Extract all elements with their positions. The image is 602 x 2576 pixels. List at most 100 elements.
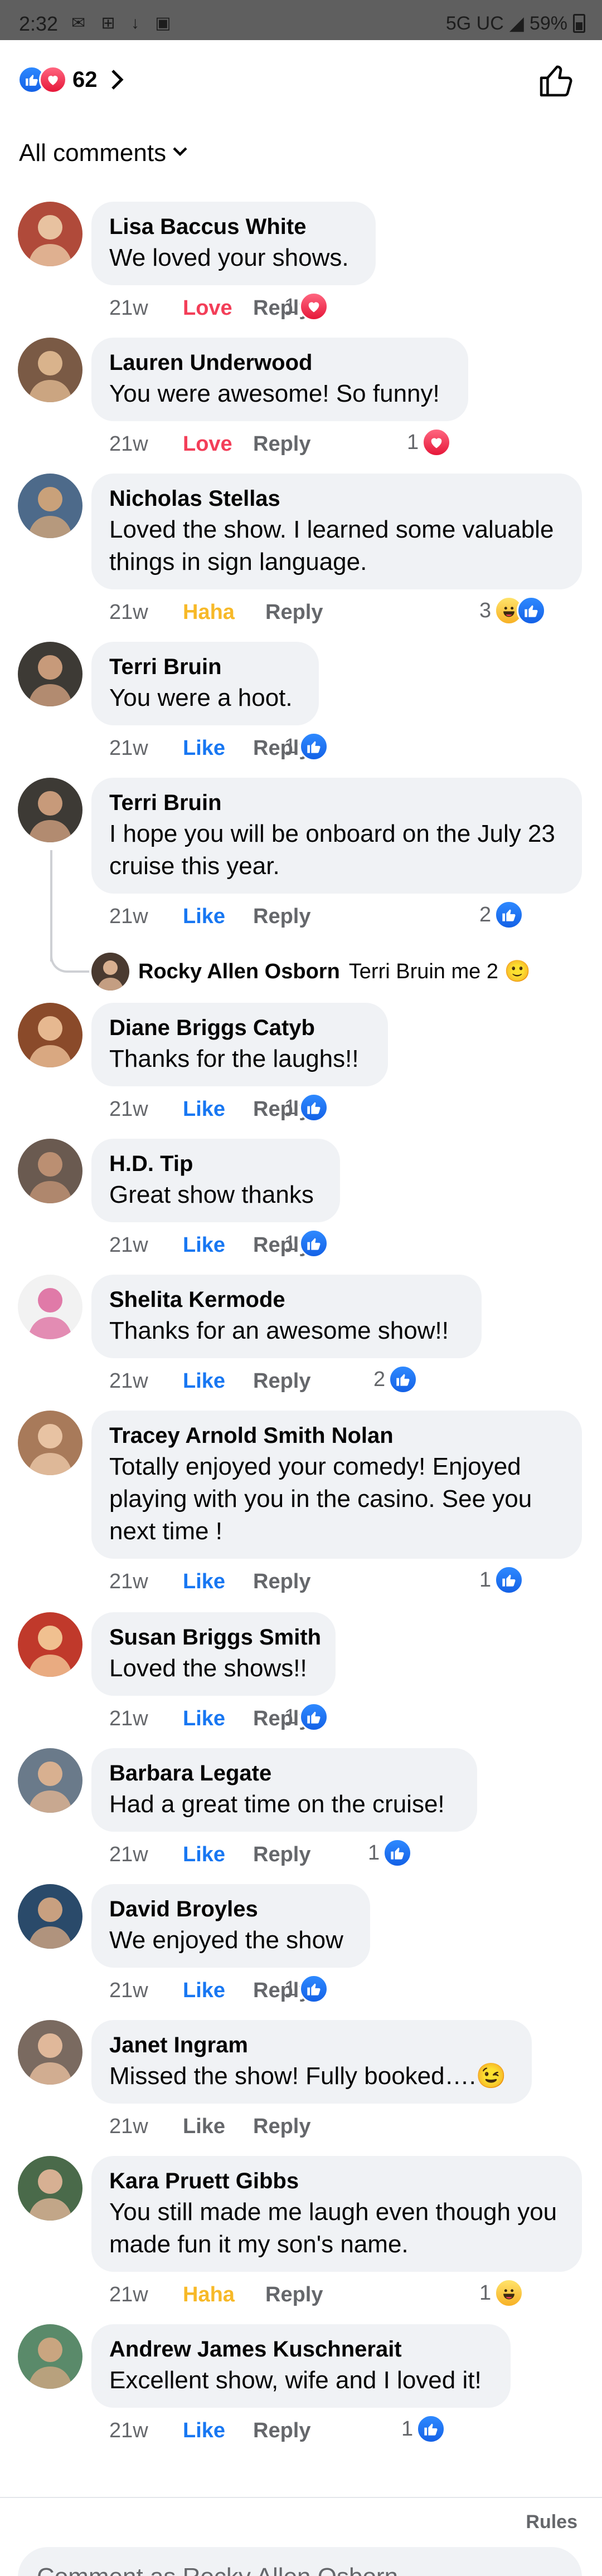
like-icon <box>299 1974 329 2003</box>
comment-author[interactable]: Kara Pruett Gibbs <box>109 2166 564 2196</box>
comment-author[interactable]: Nicholas Stellas <box>109 484 564 514</box>
comment-author[interactable]: Tracey Arnold Smith Nolan <box>109 1421 564 1451</box>
reaction-count-badge[interactable]: 1 <box>284 292 329 321</box>
comment-author[interactable]: Shelita Kermode <box>109 1285 464 1315</box>
reply-button[interactable]: Reply <box>265 2283 323 2307</box>
react-button[interactable]: Like <box>183 2419 253 2443</box>
react-button[interactable]: Like <box>183 1097 253 1121</box>
commenter-avatar[interactable] <box>18 2156 82 2221</box>
reactions-summary[interactable]: 62 <box>18 66 129 94</box>
comment-author[interactable]: Barbara Legate <box>109 1758 459 1788</box>
reaction-count-badge[interactable]: 2 <box>479 900 524 929</box>
comment-bubble[interactable]: Lauren Underwood You were awesome! So fun… <box>91 338 468 421</box>
commenter-avatar[interactable] <box>18 202 82 266</box>
react-button[interactable]: Like <box>183 1707 253 1731</box>
reply-button[interactable]: Reply <box>253 1570 310 1594</box>
reaction-count-badge[interactable]: 1 <box>284 1702 329 1731</box>
reply-button[interactable]: Reply <box>253 432 310 456</box>
commenter-avatar[interactable] <box>18 778 82 842</box>
react-button[interactable]: Like <box>183 1843 253 1867</box>
react-button[interactable]: Like <box>183 736 253 760</box>
commenter-avatar[interactable] <box>18 642 82 706</box>
comment-author[interactable]: Terri Bruin <box>109 652 301 682</box>
commenter-avatar[interactable] <box>18 1275 82 1339</box>
react-button[interactable]: Like <box>183 905 253 929</box>
reply-button[interactable]: Reply <box>265 601 323 625</box>
commenter-avatar[interactable] <box>18 1139 82 1203</box>
commenter-avatar[interactable] <box>18 1884 82 1949</box>
comment-author[interactable]: Diane Briggs Catyb <box>109 1013 370 1043</box>
comment-bubble[interactable]: Tracey Arnold Smith Nolan Totally enjoyed… <box>91 1411 582 1559</box>
comment-actions: 21w Like Reply <box>109 736 310 760</box>
react-button[interactable]: Like <box>183 1979 253 2003</box>
comment-bubble[interactable]: Shelita Kermode Thanks for an awesome sho… <box>91 1275 482 1358</box>
react-button[interactable]: Haha <box>183 601 265 625</box>
reaction-count-badge[interactable]: 1 <box>479 2279 524 2307</box>
comment-bubble[interactable]: Janet Ingram Missed the show! Fully booke… <box>91 2020 532 2104</box>
comment-input[interactable] <box>18 2547 582 2576</box>
react-button[interactable]: Like <box>183 2115 253 2139</box>
reply-button[interactable]: Reply <box>253 905 310 929</box>
reaction-count-badge[interactable]: 1 <box>401 2414 446 2443</box>
comment-author[interactable]: Terri Bruin <box>109 788 564 818</box>
reply-button[interactable]: Reply <box>253 1843 310 1867</box>
like-icon <box>383 1838 412 1867</box>
comment-author[interactable]: Lisa Baccus White <box>109 212 358 242</box>
comment-actions: 21w Like Reply <box>109 1233 310 1257</box>
react-button[interactable]: Like <box>183 1570 253 1594</box>
comment-bubble[interactable]: Terri Bruin I hope you will be onboard on… <box>91 778 582 894</box>
reply-avatar[interactable] <box>91 953 129 991</box>
commenter-avatar[interactable] <box>18 2020 82 2085</box>
reaction-count-badge[interactable]: 1 <box>479 1565 524 1594</box>
comment-bubble[interactable]: Terri Bruin You were a hoot. <box>91 642 319 725</box>
reaction-count-number: 1 <box>479 1568 492 1592</box>
react-button[interactable]: Love <box>183 432 253 456</box>
reaction-count-badge[interactable]: 1 <box>284 1229 329 1258</box>
like-post-button[interactable] <box>537 61 575 99</box>
reaction-count-badge[interactable]: 1 <box>284 1093 329 1122</box>
comment-bubble[interactable]: Susan Briggs Smith Loved the shows!! <box>91 1612 336 1696</box>
reply-author[interactable]: Rocky Allen Osborn <box>138 960 340 984</box>
comment-bubble[interactable]: Kara Pruett Gibbs You still made me laugh… <box>91 2156 582 2272</box>
like-icon <box>299 1093 329 1122</box>
commenter-avatar[interactable] <box>18 338 82 402</box>
status-right: 5G UC ◢ 59% <box>446 12 585 35</box>
comment-author[interactable]: Lauren Underwood <box>109 348 450 378</box>
commenter-avatar[interactable] <box>18 2324 82 2389</box>
footer-divider <box>0 2497 602 2498</box>
comment-author[interactable]: Susan Briggs Smith <box>109 1622 321 1652</box>
reaction-count-badge[interactable]: 1 <box>284 1974 329 2003</box>
rules-link[interactable]: Rules <box>526 2511 577 2533</box>
reply-button[interactable]: Reply <box>253 1369 310 1393</box>
comment-actions: 21w Like Reply <box>109 1979 310 2003</box>
comment-bubble[interactable]: David Broyles We enjoyed the show <box>91 1884 370 1968</box>
comment-bubble[interactable]: Nicholas Stellas Loved the show. I learne… <box>91 474 582 589</box>
comment-author[interactable]: David Broyles <box>109 1894 352 1924</box>
comment-bubble[interactable]: Lisa Baccus White We loved your shows. <box>91 202 376 285</box>
reaction-count-badge[interactable]: 1 <box>407 428 452 457</box>
comment-bubble[interactable]: Andrew James Kuschnerait Excellent show, … <box>91 2324 511 2408</box>
reaction-count-badge[interactable]: 3 <box>479 596 546 625</box>
reply-button[interactable]: Reply <box>253 2115 310 2139</box>
reaction-count-badge[interactable]: 1 <box>284 732 329 761</box>
commenter-avatar[interactable] <box>18 1411 82 1475</box>
reaction-count-badge[interactable]: 1 <box>368 1838 412 1867</box>
commenter-avatar[interactable] <box>18 1748 82 1813</box>
commenter-avatar[interactable] <box>18 1612 82 1677</box>
react-button[interactable]: Like <box>183 1369 253 1393</box>
reaction-count-badge[interactable]: 2 <box>373 1365 418 1394</box>
comment-bubble[interactable]: Diane Briggs Catyb Thanks for the laughs!… <box>91 1003 388 1086</box>
comment-author[interactable]: Janet Ingram <box>109 2030 514 2060</box>
reply-preview[interactable]: Rocky Allen Osborn Terri Bruin me 2 🙂 <box>91 953 531 991</box>
comment-author[interactable]: Andrew James Kuschnerait <box>109 2334 493 2364</box>
comment-filter-dropdown[interactable]: All comments <box>19 139 190 167</box>
comment-bubble[interactable]: Barbara Legate Had a great time on the cr… <box>91 1748 477 1832</box>
react-button[interactable]: Haha <box>183 2283 265 2307</box>
commenter-avatar[interactable] <box>18 474 82 538</box>
commenter-avatar[interactable] <box>18 1003 82 1067</box>
comment-bubble[interactable]: H.D. Tip Great show thanks <box>91 1139 340 1222</box>
react-button[interactable]: Like <box>183 1233 253 1257</box>
react-button[interactable]: Love <box>183 296 253 320</box>
comment-author[interactable]: H.D. Tip <box>109 1149 322 1179</box>
reply-button[interactable]: Reply <box>253 2419 310 2443</box>
